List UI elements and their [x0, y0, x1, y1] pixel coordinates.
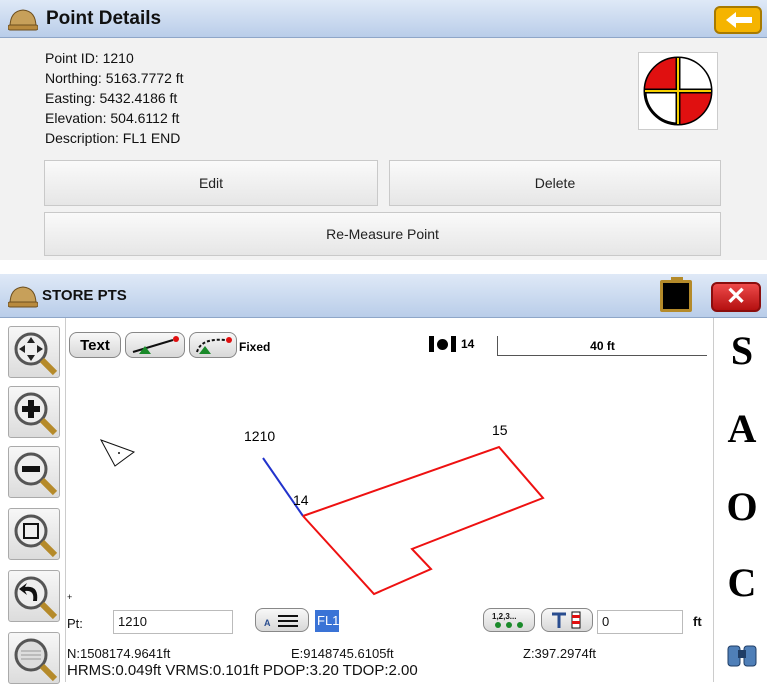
zoom-in-icon	[14, 392, 58, 436]
zoom-window-icon	[14, 514, 58, 558]
edit-button[interactable]: Edit	[44, 160, 378, 206]
direction-arrow-icon	[99, 439, 136, 467]
close-icon: ✕	[725, 283, 747, 310]
zoom-extents-icon	[14, 638, 58, 682]
back-arrow-icon	[726, 12, 752, 28]
point-details-panel: Point ID: 1210 Northing: 5163.7772 ft Ea…	[0, 38, 767, 260]
clipboard-button[interactable]	[660, 277, 692, 312]
store-pts-title: STORE PTS	[42, 287, 127, 304]
point-details-title: Point Details	[46, 7, 162, 29]
point-target	[638, 52, 718, 130]
pan-button[interactable]	[8, 326, 60, 378]
zoom-in-button[interactable]	[8, 386, 60, 438]
zoom-out-button[interactable]	[8, 446, 60, 498]
remeasure-button[interactable]: Re-Measure Point	[44, 212, 721, 256]
accuracy-readout: HRMS:0.049ft VRMS:0.101ft PDOP:3.20 TDOP…	[67, 662, 418, 679]
rod-height-button[interactable]	[541, 608, 593, 632]
description-input[interactable]: FL1	[315, 610, 339, 632]
point-id-input[interactable]: 1210	[113, 610, 233, 634]
survey-tool-button[interactable]	[722, 632, 762, 676]
point-info: Point ID: 1210 Northing: 5163.7772 ft Ea…	[45, 48, 184, 148]
helmet-icon	[8, 8, 38, 30]
elevation-readout: Z:397.2974ft	[523, 646, 596, 661]
left-toolbar	[0, 318, 66, 684]
point-details-titlebar: Point Details	[0, 0, 767, 38]
close-button[interactable]: ✕	[711, 282, 761, 312]
point-id: Point ID: 1210	[45, 50, 134, 66]
rod-height-input[interactable]: 0	[597, 610, 683, 634]
c-button[interactable]: C	[720, 558, 764, 608]
svg-text:1,2,3...: 1,2,3...	[492, 612, 516, 621]
axis-marker: +	[67, 592, 72, 602]
binoculars-icon	[727, 645, 757, 667]
label-15: 15	[492, 422, 508, 438]
height-unit: ft	[693, 614, 702, 629]
separator	[0, 260, 767, 274]
easting: Easting: 5432.4186 ft	[45, 90, 178, 106]
point-numbering-icon: 1,2,3...	[492, 612, 523, 628]
description-list-button[interactable]: A	[255, 608, 309, 632]
store-pts-titlebar: STORE PTS ✕	[0, 274, 767, 318]
helmet-icon	[8, 285, 38, 307]
map-view[interactable]: Text Fixed 14 40 ft + 1210 15 14	[67, 318, 712, 608]
northing: Northing: 5163.7772 ft	[45, 70, 184, 86]
description: Description: FL1 END	[45, 130, 181, 146]
s-button[interactable]: S	[720, 326, 764, 376]
right-toolbar: S A O C	[713, 318, 767, 682]
zoom-extents-button[interactable]	[8, 632, 60, 684]
zoom-out-icon	[14, 452, 58, 496]
easting-readout: E:9148745.6105ft	[291, 646, 394, 661]
label-1210: 1210	[244, 428, 276, 444]
description-list-icon: A	[264, 615, 298, 628]
point-numbering-button[interactable]: 1,2,3...	[483, 608, 535, 632]
store-bottom-bar: Pt: 1210 A FL1 1,2,3... 0 ft N:1508174.9…	[67, 608, 712, 682]
svg-text:A: A	[264, 618, 271, 628]
zoom-previous-button[interactable]	[8, 570, 60, 622]
o-button[interactable]: O	[720, 482, 764, 532]
map-canvas: +	[67, 439, 545, 602]
survey-target-icon	[643, 56, 713, 126]
clipboard-icon	[671, 277, 683, 283]
delete-button[interactable]: Delete	[389, 160, 721, 206]
northing-readout: N:1508174.9641ft	[67, 646, 171, 661]
a-button[interactable]: A	[720, 404, 764, 454]
pt-label: Pt:	[67, 616, 83, 631]
zoom-previous-icon	[14, 576, 58, 620]
zoom-window-button[interactable]	[8, 508, 60, 560]
rod-height-icon	[552, 611, 581, 629]
pan-magnifier-icon	[14, 332, 58, 376]
elevation: Elevation: 504.6112 ft	[45, 110, 180, 126]
red-polyline	[302, 445, 545, 596]
label-14: 14	[293, 492, 309, 508]
back-button[interactable]	[714, 6, 762, 34]
